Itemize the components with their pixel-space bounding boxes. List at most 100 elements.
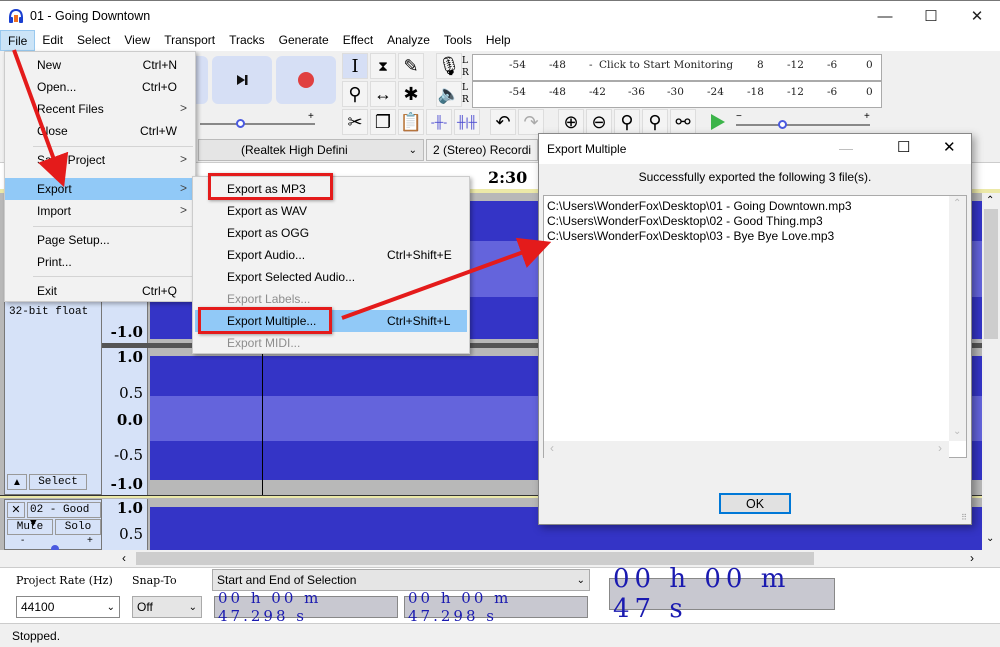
audio-position-time[interactable]: 00 h 00 m 47 s [609, 564, 835, 624]
menu-item-exit[interactable]: Exit Ctrl+Q [5, 280, 195, 302]
draw-tool[interactable]: ✎ [398, 53, 424, 79]
project-rate-select[interactable]: 44100 ⌄ [16, 596, 120, 618]
maximize-button[interactable]: ☐ [908, 1, 954, 31]
vertical-scroll-thumb[interactable] [984, 209, 998, 339]
fit-selection-button[interactable]: ⚲ [614, 109, 640, 135]
collapse-track-button[interactable]: ▲ [7, 474, 27, 490]
menu-item-new[interactable]: New Ctrl+N [5, 54, 195, 76]
menu-item-export-wav[interactable]: Export as WAV [195, 200, 467, 222]
menu-item-recent-files[interactable]: Recent Files > [5, 98, 195, 120]
vertical-scrollbar[interactable]: ⌃ ⌄ [982, 193, 1000, 550]
skip-end-button[interactable] [212, 56, 272, 104]
list-horizontal-scrollbar[interactable]: ‹ › [544, 441, 949, 458]
menu-select[interactable]: Select [70, 30, 117, 51]
menu-view[interactable]: View [117, 30, 157, 51]
select-track-button[interactable]: Select [29, 474, 87, 490]
menu-item-export-audio[interactable]: Export Audio... Ctrl+Shift+E [195, 244, 467, 266]
window-title: 01 - Going Downtown [30, 9, 151, 23]
play-meter[interactable]: -54 -48 -42 -36 -30 -24 -18 -12 -6 0 [472, 81, 882, 108]
magnifier-icon: ⚲ [348, 83, 362, 104]
fit-project-button[interactable]: ⚲ [642, 109, 668, 135]
menu-item-import[interactable]: Import > [5, 200, 195, 222]
resize-grip-icon[interactable]: ⠿ [961, 513, 967, 522]
file-list-item[interactable]: C:\Users\WonderFox\Desktop\03 - Bye Bye … [547, 229, 852, 244]
menu-item-export-selected-audio[interactable]: Export Selected Audio... [195, 266, 467, 288]
record-meter-channels: LR [462, 55, 469, 79]
menu-label: Export as WAV [227, 204, 308, 218]
redo-button[interactable]: ↷ [518, 109, 544, 135]
menu-transport[interactable]: Transport [157, 30, 222, 51]
scroll-right-icon[interactable]: › [938, 441, 942, 455]
menu-edit[interactable]: Edit [35, 30, 70, 51]
record-meter-button[interactable]: 🎙 [436, 53, 462, 79]
record-meter[interactable]: -54 -48 - Click to Start Monitoring 8 -1… [472, 54, 882, 81]
gain-slider[interactable]: - + [7, 535, 101, 553]
play-at-speed-button[interactable] [708, 111, 728, 133]
meter-tick: 0 [866, 86, 873, 98]
recording-channels-select[interactable]: 2 (Stereo) Recording [426, 139, 538, 161]
track2-control-panel[interactable]: ✕ 02 - Good ▼ Mute Solo - + [4, 499, 102, 553]
menu-tracks[interactable]: Tracks [222, 30, 272, 51]
selection-start-time[interactable]: 00 h 00 m 47.298 s [214, 589, 398, 625]
dialog-maximize-button[interactable]: ☐ [897, 138, 910, 156]
record-button[interactable] [276, 56, 336, 104]
undo-button[interactable]: ↶ [490, 109, 516, 135]
scroll-right-icon[interactable]: › [970, 551, 974, 565]
menu-item-close[interactable]: Close Ctrl+W [5, 120, 195, 142]
scroll-up-icon[interactable]: ⌃ [986, 195, 994, 206]
scroll-down-icon[interactable]: ⌄ [953, 426, 961, 437]
scroll-up-icon[interactable]: ⌃ [953, 198, 961, 209]
selection-mode-select[interactable]: Start and End of Selection ⌄ [212, 569, 590, 591]
copy-button[interactable]: ❐ [370, 109, 396, 135]
file-list-item[interactable]: C:\Users\WonderFox\Desktop\02 - Good Thi… [547, 214, 852, 229]
play-meter-button[interactable]: 🔈 [436, 81, 462, 107]
zoom-tool[interactable]: ⚲ [342, 81, 368, 107]
cut-button[interactable]: ✂ [342, 109, 368, 135]
menu-analyze[interactable]: Analyze [380, 30, 437, 51]
zoom-toggle-button[interactable]: ⚯ [670, 109, 696, 135]
selection-end-time[interactable]: 00 h 00 m 47.298 s [404, 589, 588, 625]
menu-effect[interactable]: Effect [336, 30, 380, 51]
silence-button[interactable]: ╫|╫ [454, 109, 480, 135]
play-at-speed-slider[interactable]: + [200, 111, 320, 131]
menu-shortcut: Ctrl+O [141, 80, 177, 94]
menu-tools[interactable]: Tools [437, 30, 479, 51]
list-vertical-scrollbar[interactable]: ⌃ ⌄ [949, 196, 966, 441]
time-shift-tool[interactable]: ↔ [370, 81, 396, 107]
dialog-close-button[interactable]: ✕ [943, 138, 956, 156]
track-name-menu[interactable]: 02 - Good ▼ [27, 502, 101, 530]
playback-speed-slider[interactable]: − + [736, 111, 876, 131]
zoom-in-button[interactable]: ⊕ [558, 109, 584, 135]
envelope-tool[interactable]: ⧗ [370, 53, 396, 79]
paste-button[interactable]: 📋 [398, 109, 424, 135]
scroll-down-icon[interactable]: ⌄ [986, 533, 994, 544]
menu-generate[interactable]: Generate [272, 30, 336, 51]
solo-button[interactable]: Solo [55, 519, 101, 535]
minimize-button[interactable]: — [862, 1, 908, 31]
scroll-left-icon[interactable]: ‹ [550, 441, 554, 455]
close-track-button[interactable]: ✕ [7, 502, 25, 518]
menu-item-save-project[interactable]: Save Project > [5, 149, 195, 171]
menu-item-export[interactable]: Export > [5, 178, 195, 200]
menu-item-export-ogg[interactable]: Export as OGG [195, 222, 467, 244]
horizontal-scrollbar[interactable]: ‹ › [0, 550, 1000, 567]
file-list-item[interactable]: C:\Users\WonderFox\Desktop\01 - Going Do… [547, 199, 852, 214]
scroll-left-icon[interactable]: ‹ [122, 551, 126, 565]
trim-button[interactable]: -╫- [426, 109, 452, 135]
multi-tool[interactable]: ✱ [398, 81, 424, 107]
menu-item-print[interactable]: Print... [5, 251, 195, 273]
menu-item-page-setup[interactable]: Page Setup... [5, 229, 195, 251]
mute-button[interactable]: Mute [7, 519, 53, 535]
snap-to-select[interactable]: Off ⌄ [132, 596, 202, 618]
menu-file[interactable]: File [0, 30, 36, 51]
ok-button[interactable]: OK [719, 493, 791, 514]
recording-device-select[interactable]: (Realtek High Defini ⌄ [198, 139, 424, 161]
selection-tool[interactable]: I [342, 53, 368, 79]
meter-tick: -12 [787, 86, 804, 98]
menu-help[interactable]: Help [479, 30, 518, 51]
close-button[interactable]: ✕ [954, 1, 1000, 31]
exported-files-list[interactable]: C:\Users\WonderFox\Desktop\01 - Going Do… [543, 195, 967, 458]
menu-item-open[interactable]: Open... Ctrl+O [5, 76, 195, 98]
click-to-start-monitoring[interactable]: Click to Start Monitoring [599, 59, 733, 71]
zoom-out-button[interactable]: ⊖ [586, 109, 612, 135]
